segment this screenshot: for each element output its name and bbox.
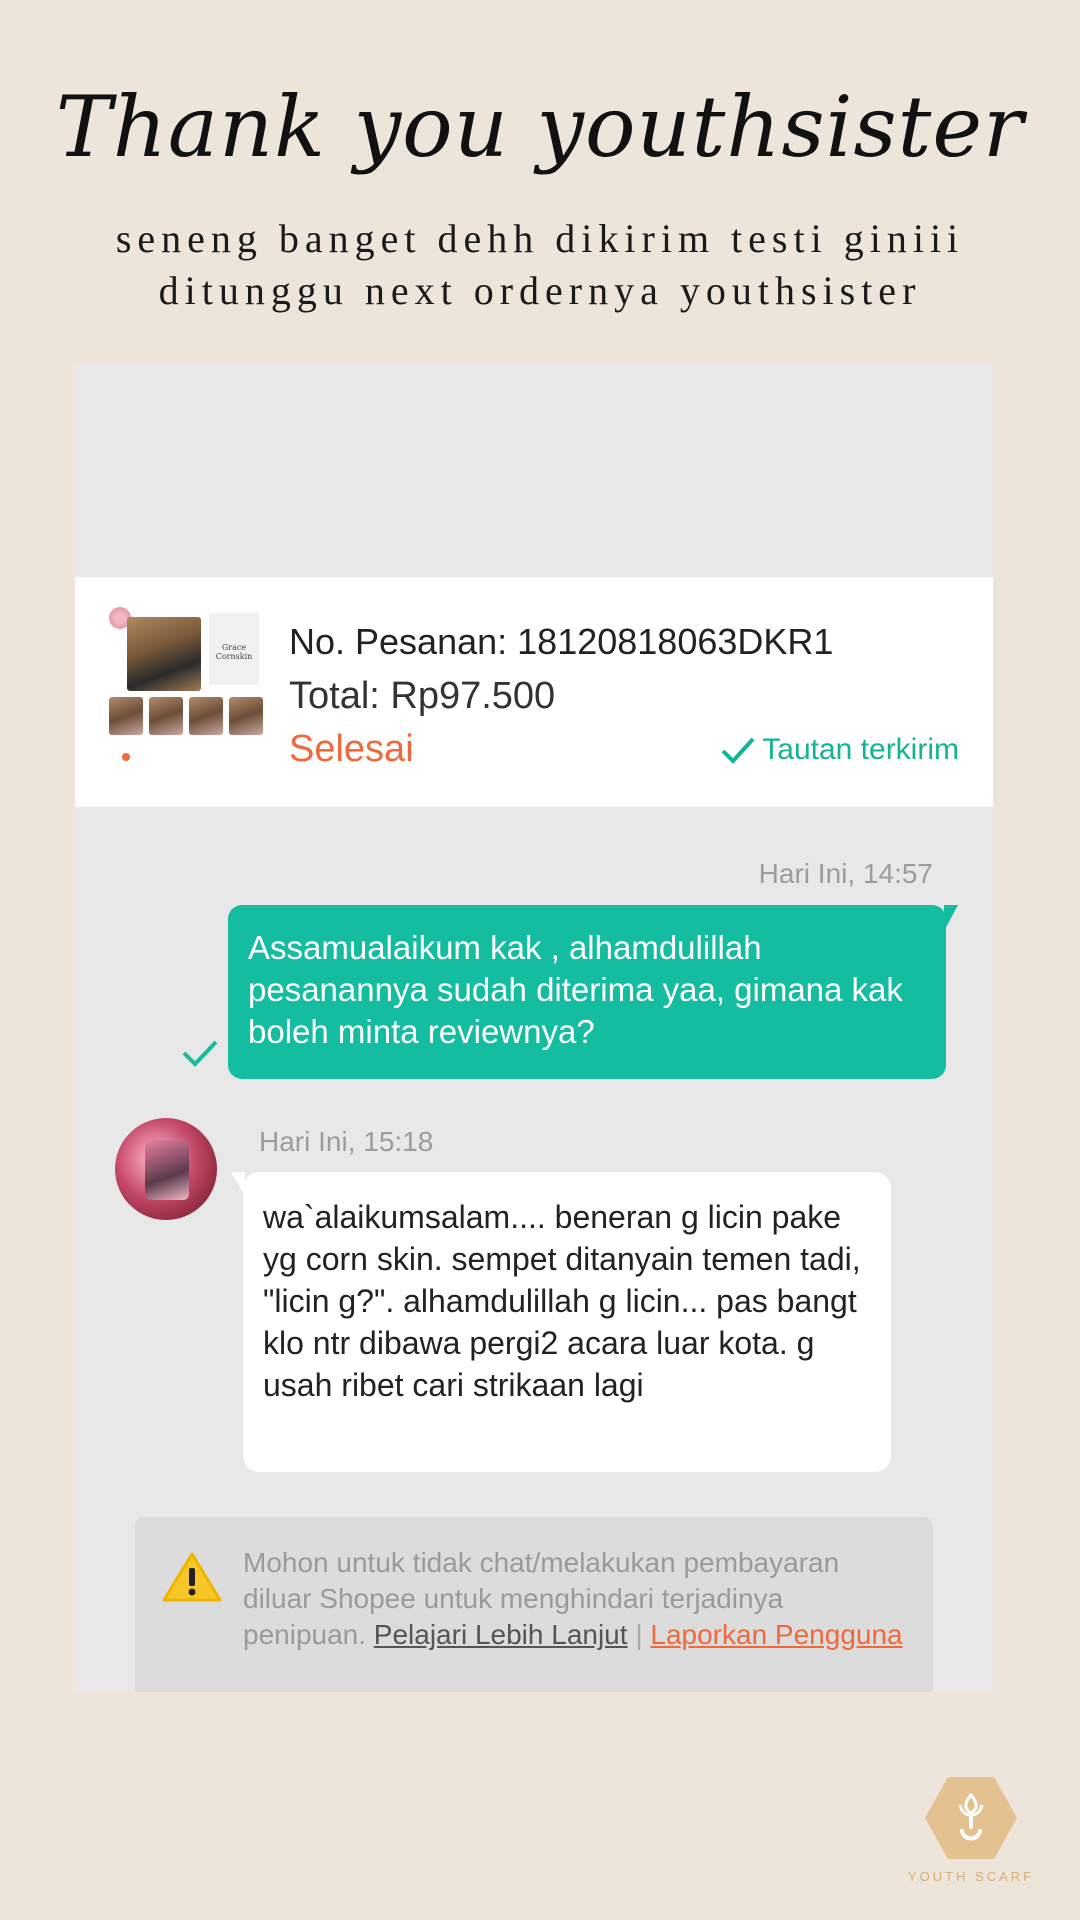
check-icon <box>182 1040 218 1067</box>
badge-dot <box>120 751 132 763</box>
warning-icon <box>162 1552 222 1602</box>
order-status: Selesai <box>289 728 414 770</box>
check-icon <box>721 737 755 764</box>
message-timestamp: Hari Ini, 15:18 <box>259 1126 434 1157</box>
outgoing-message-text: Assamualaikum kak , alhamdulillah pesana… <box>248 929 903 1050</box>
avatar-photo <box>145 1140 189 1200</box>
incoming-message-text: wa`alaikumsalam.... beneran g licin pake… <box>263 1199 861 1403</box>
bubble-tail <box>944 905 958 931</box>
separator: | <box>635 1619 643 1650</box>
product-photo <box>127 617 201 691</box>
subtitle-line-2: ditunggu next ordernya youthsister <box>158 268 922 313</box>
report-user-link[interactable]: Laporkan Pengguna <box>650 1619 902 1650</box>
brand-logo-icon <box>925 1777 1017 1859</box>
incoming-message[interactable]: wa`alaikumsalam.... beneran g licin pake… <box>231 1172 891 1472</box>
bubble-tail <box>231 1172 245 1196</box>
subtitle-line-1: seneng banget dehh dikirim testi giniii <box>115 216 965 261</box>
product-label: Grace Cornskin <box>209 613 259 685</box>
order-number: No. Pesanan: 18120818063DKR1 <box>289 621 834 662</box>
link-sent-label: Tautan terkirim <box>762 733 959 766</box>
chat-screenshot: Grace Cornskin No. Pesanan: 18120818063D… <box>75 364 993 1692</box>
color-variant <box>109 697 143 735</box>
brand-name: YOUTH SCARF <box>907 1869 1035 1884</box>
product-thumbnail: Grace Cornskin <box>109 607 265 767</box>
link-sent-status: Tautan terkirim <box>720 733 959 767</box>
safety-notice: Mohon untuk tidak chat/melakukan pembaya… <box>135 1517 933 1692</box>
page-title: Thank you youthsister <box>55 78 1025 176</box>
color-variant <box>229 697 263 735</box>
message-timestamp: Hari Ini, 14:57 <box>758 858 933 889</box>
avatar[interactable] <box>115 1118 217 1220</box>
color-variant <box>149 697 183 735</box>
order-card[interactable]: Grace Cornskin No. Pesanan: 18120818063D… <box>75 577 993 807</box>
color-variant <box>189 697 223 735</box>
learn-more-link[interactable]: Pelajari Lebih Lanjut <box>374 1619 628 1650</box>
order-total: Total: Rp97.500 <box>289 675 556 717</box>
outgoing-message[interactable]: Assamualaikum kak , alhamdulillah pesana… <box>228 905 958 1079</box>
